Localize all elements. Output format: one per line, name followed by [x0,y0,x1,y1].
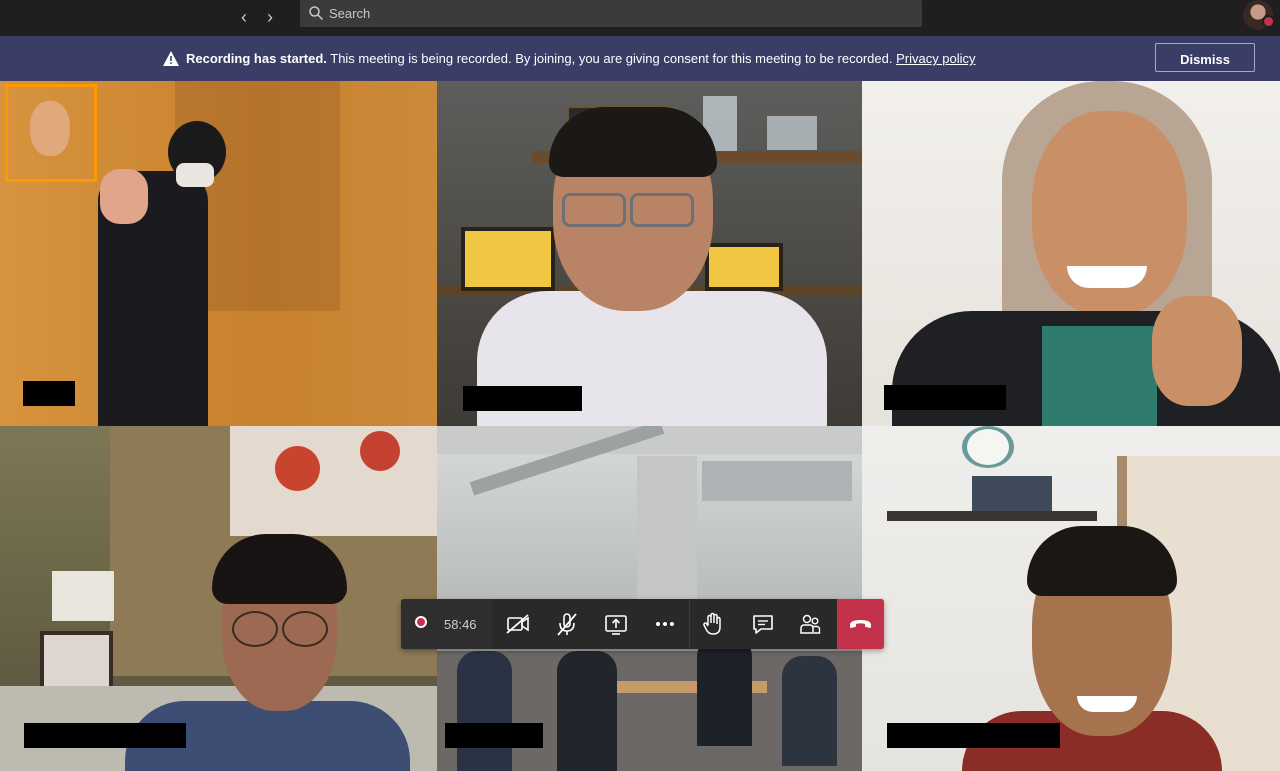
attendee [457,651,512,771]
photo-frame [40,631,113,694]
award-plaque [767,116,817,150]
attendee [557,651,617,771]
raise-hand-icon [703,612,721,635]
warning-icon [163,51,179,66]
person-top [1042,326,1157,426]
share-screen-icon [605,615,627,635]
more-actions-button[interactable] [649,608,681,640]
call-timer: 58:46 [444,617,477,632]
name-label [445,723,543,748]
name-label [23,381,75,406]
chat-button[interactable] [747,608,779,640]
more-icon [656,622,674,626]
thumbnail-face [30,101,70,156]
shelf-books [972,476,1052,511]
person-hair [549,107,717,177]
hang-up-button[interactable] [837,599,884,649]
camera-button[interactable] [502,608,534,640]
participants-icon [800,614,821,634]
window [702,461,852,501]
painting-flower [360,431,400,471]
video-tile-3[interactable] [862,81,1280,426]
call-controls: 58:46 [401,599,884,649]
name-label [884,385,1006,410]
person-hair [1027,526,1177,596]
recording-banner: Recording has started. This meeting is b… [0,36,1280,81]
forward-button[interactable]: › [258,5,282,29]
video-tile-2[interactable] [437,81,862,426]
banner-body: This meeting is being recorded. By joini… [326,51,897,66]
video-tile-4[interactable] [0,426,437,771]
title-bar: ‹ › Search [0,0,1280,36]
microphone-button[interactable] [551,608,583,640]
camera-off-icon [506,614,529,634]
recording-indicator: 58:46 [401,599,492,649]
hang-up-icon [850,620,871,628]
banner-message: Recording has started. This meeting is b… [186,51,976,66]
smile [1077,696,1137,712]
video-tile-1[interactable] [0,81,437,426]
status-badge [1262,15,1275,28]
back-button[interactable]: ‹ [232,5,256,29]
attendee [697,636,752,746]
glasses-left [232,611,278,647]
name-label [463,386,582,411]
wall-shelf [887,511,1097,521]
lamp [52,571,114,621]
glasses-right [282,611,328,647]
chat-icon [753,615,773,634]
name-label [887,723,1060,748]
mic-off-icon [557,613,577,636]
video-tile-6[interactable] [862,426,1280,771]
certificate-left [461,227,555,291]
clock-face [967,429,1009,465]
attendee [782,656,837,766]
presenter-hand [100,169,148,224]
share-screen-button[interactable] [600,608,632,640]
wall-painting [230,426,437,536]
certificate-right [705,243,783,291]
dismiss-button[interactable]: Dismiss [1155,43,1255,72]
name-label [24,723,186,748]
banner-title: Recording has started. [186,51,327,66]
recording-icon [415,616,427,628]
search-placeholder: Search [329,6,371,21]
privacy-policy-link[interactable]: Privacy policy [896,51,975,66]
avatar[interactable] [1243,0,1275,30]
smile [1067,266,1147,288]
search-icon [309,6,324,21]
raise-hand-button[interactable] [697,608,729,640]
search-input[interactable]: Search [300,0,922,27]
painting-flower [275,446,320,491]
face-mask [176,163,214,187]
control-separator [689,599,690,649]
participants-button[interactable] [794,608,826,640]
glasses-right [630,193,694,227]
glasses-left [562,193,626,227]
person-hand [1152,296,1242,406]
